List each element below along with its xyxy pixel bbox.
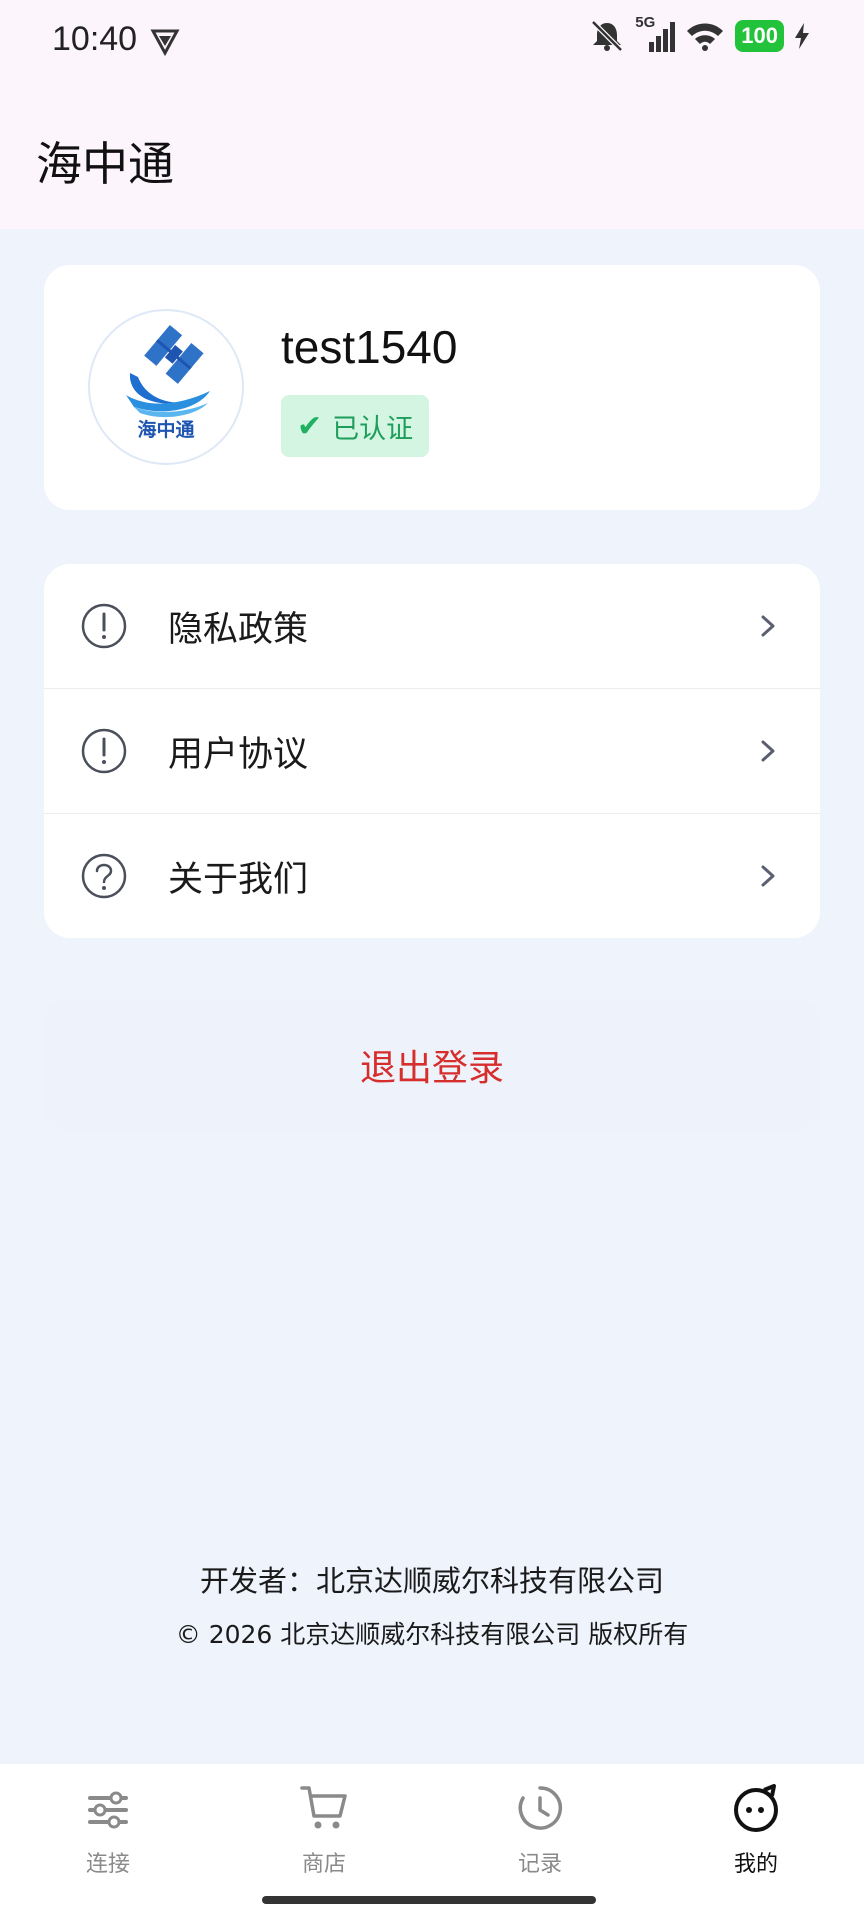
history-icon <box>518 1786 563 1830</box>
logout-button[interactable]: 退出登录 <box>44 1000 820 1130</box>
chevron-right-icon <box>761 865 775 887</box>
check-icon: ✔ <box>297 408 323 444</box>
status-time: 10:40 <box>52 20 138 58</box>
nav-item-store[interactable]: 商店 <box>264 1782 384 1878</box>
verified-label: 已认证 <box>332 413 414 445</box>
profile-face-icon <box>734 1784 778 1832</box>
nav-label: 记录 <box>517 1852 562 1877</box>
menu-card: 隐私政策 用户协议 关于我们 <box>44 564 820 938</box>
connect-icon <box>88 1791 128 1829</box>
nav-item-connect[interactable]: 连接 <box>48 1782 168 1878</box>
signal-icon: 5G <box>635 14 676 54</box>
menu-item-user-agreement[interactable]: 用户协议 <box>44 689 820 814</box>
nav-item-history[interactable]: 记录 <box>480 1782 600 1878</box>
mute-icon <box>591 20 624 52</box>
help-icon <box>81 853 127 899</box>
page-title: 海中通 <box>36 137 174 191</box>
top-bar: 10:40 5G 100 海中通 <box>0 0 864 229</box>
avatar[interactable]: 海中通 <box>88 309 244 465</box>
vpn-icon <box>150 29 180 56</box>
status-icons: 5G 100 <box>589 14 810 54</box>
chevron-right-icon <box>761 615 775 637</box>
menu-item-label: 关于我们 <box>168 859 309 900</box>
nav-label: 连接 <box>85 1852 130 1877</box>
footer-developer: 开发者：北京达顺威尔科技有限公司 <box>199 1564 664 1598</box>
menu-item-label: 隐私政策 <box>168 609 309 650</box>
info-icon <box>81 603 127 649</box>
menu-item-about-us[interactable]: 关于我们 <box>44 814 820 938</box>
menu-item-label: 用户协议 <box>168 734 309 775</box>
username: test1540 <box>281 321 458 373</box>
avatar-caption: 海中通 <box>137 419 195 441</box>
charging-icon <box>795 23 809 49</box>
nav-item-mine[interactable]: 我的 <box>696 1782 816 1878</box>
footer-copyright: © 2026 北京达顺威尔科技有限公司 版权所有 <box>175 1620 689 1649</box>
cart-icon <box>300 1786 347 1829</box>
profile-card: 海中通 test1540 ✔ 已认证 <box>44 265 820 510</box>
menu-item-privacy-policy[interactable]: 隐私政策 <box>44 564 820 689</box>
info-icon <box>81 728 127 774</box>
verified-badge: ✔ 已认证 <box>281 395 430 457</box>
home-indicator[interactable] <box>262 1896 596 1904</box>
wifi-icon <box>687 23 724 51</box>
nav-label: 商店 <box>301 1852 346 1877</box>
nav-label: 我的 <box>733 1852 778 1877</box>
screen: 10:40 5G 100 海中通 海中通 test1540 ✔ 已认证 隐私政策… <box>0 0 864 1920</box>
battery-indicator: 100 <box>735 20 784 52</box>
chevron-right-icon <box>761 740 775 762</box>
